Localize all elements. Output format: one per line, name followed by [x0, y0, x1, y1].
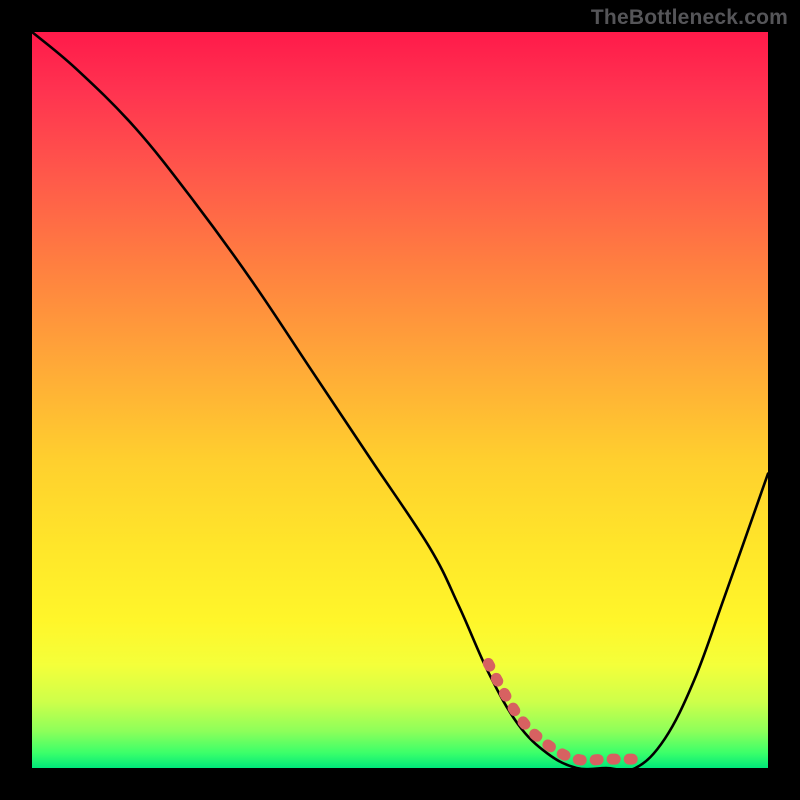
bottleneck-curve — [32, 32, 768, 768]
plateau-marker — [488, 663, 635, 760]
chart-plot-area — [32, 32, 768, 768]
chart-frame: TheBottleneck.com — [0, 0, 800, 800]
chart-svg — [32, 32, 768, 768]
watermark-text: TheBottleneck.com — [591, 6, 788, 30]
